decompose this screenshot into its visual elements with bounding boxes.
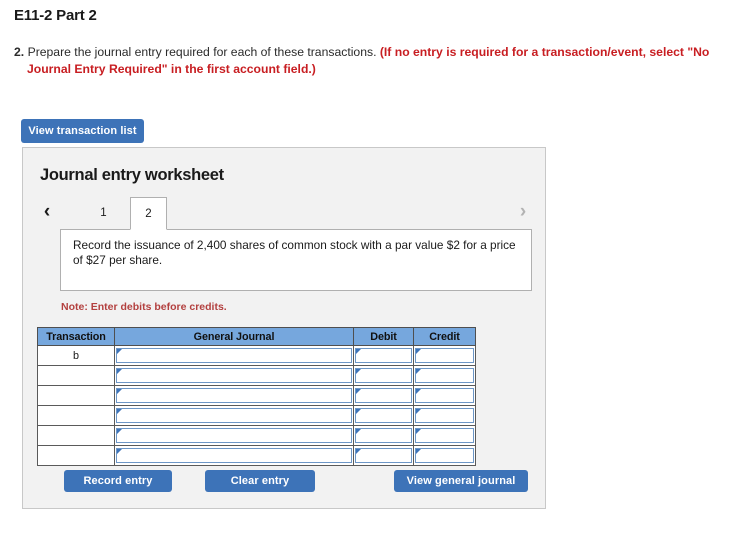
debit-input[interactable]	[355, 368, 412, 383]
credit-cell[interactable]	[413, 405, 476, 426]
transaction-label-cell	[37, 445, 115, 466]
column-header-debit: Debit	[353, 327, 414, 346]
view-transaction-list-button[interactable]: View transaction list	[21, 119, 144, 143]
general-journal-input[interactable]	[116, 368, 352, 383]
credit-cell[interactable]	[413, 365, 476, 386]
page-title: E11-2 Part 2	[14, 7, 97, 24]
instruction-red-text-line1: (If no entry is required for a transacti…	[379, 45, 710, 59]
transaction-label-cell: b	[37, 345, 115, 366]
debit-input[interactable]	[355, 408, 412, 423]
credit-input[interactable]	[415, 388, 474, 403]
general-journal-input[interactable]	[116, 348, 352, 363]
debit-input[interactable]	[355, 348, 412, 363]
transaction-description-box: Record the issuance of 2,400 shares of c…	[60, 229, 532, 291]
table-header-row: Transaction General Journal Debit Credit	[37, 327, 476, 346]
tab-2[interactable]: 2	[130, 197, 167, 230]
clear-entry-button[interactable]: Clear entry	[205, 470, 315, 492]
debit-input[interactable]	[355, 448, 412, 463]
journal-entry-table: Transaction General Journal Debit Credit…	[37, 327, 476, 466]
credit-input[interactable]	[415, 448, 474, 463]
transaction-label-cell	[37, 425, 115, 446]
credit-cell[interactable]	[413, 445, 476, 466]
debit-cell[interactable]	[353, 445, 414, 466]
chevron-right-icon[interactable]: ›	[513, 202, 533, 224]
debit-input[interactable]	[355, 388, 412, 403]
worksheet-tabs: ‹ 1 2 ›	[23, 196, 545, 230]
column-header-general-journal: General Journal	[114, 327, 354, 346]
credit-input[interactable]	[415, 408, 474, 423]
worksheet-title: Journal entry worksheet	[40, 166, 224, 184]
debit-cell[interactable]	[353, 405, 414, 426]
general-journal-input[interactable]	[116, 408, 352, 423]
record-entry-button[interactable]: Record entry	[64, 470, 172, 492]
transaction-description-text: Record the issuance of 2,400 shares of c…	[73, 238, 516, 267]
table-row	[37, 445, 476, 466]
general-journal-cell[interactable]	[114, 365, 354, 386]
table-row	[37, 385, 476, 406]
chevron-left-icon[interactable]: ‹	[37, 202, 57, 224]
general-journal-input[interactable]	[116, 428, 352, 443]
credit-input[interactable]	[415, 348, 474, 363]
credit-cell[interactable]	[413, 345, 476, 366]
table-row	[37, 425, 476, 446]
general-journal-cell[interactable]	[114, 385, 354, 406]
general-journal-cell[interactable]	[114, 405, 354, 426]
general-journal-cell[interactable]	[114, 425, 354, 446]
instruction-paragraph: 2. Prepare the journal entry required fo…	[14, 44, 728, 78]
journal-entry-worksheet-panel: Journal entry worksheet ‹ 1 2 › Record t…	[22, 147, 546, 509]
debits-before-credits-note: Note: Enter debits before credits.	[61, 301, 227, 313]
credit-cell[interactable]	[413, 385, 476, 406]
debit-input[interactable]	[355, 428, 412, 443]
credit-input[interactable]	[415, 428, 474, 443]
column-header-transaction: Transaction	[37, 327, 115, 346]
debit-cell[interactable]	[353, 425, 414, 446]
instruction-red-text-line2: Journal Entry Required" in the first acc…	[27, 62, 316, 76]
view-general-journal-button[interactable]: View general journal	[394, 470, 528, 492]
instruction-number: 2.	[14, 45, 25, 59]
general-journal-input[interactable]	[116, 388, 352, 403]
transaction-label-cell	[37, 405, 115, 426]
credit-cell[interactable]	[413, 425, 476, 446]
debit-cell[interactable]	[353, 345, 414, 366]
debit-cell[interactable]	[353, 385, 414, 406]
transaction-label-cell	[37, 385, 115, 406]
table-row: b	[37, 345, 476, 366]
instruction-black-text: Prepare the journal entry required for e…	[27, 45, 377, 59]
general-journal-cell[interactable]	[114, 345, 354, 366]
general-journal-cell[interactable]	[114, 445, 354, 466]
credit-input[interactable]	[415, 368, 474, 383]
transaction-label-cell	[37, 365, 115, 386]
debit-cell[interactable]	[353, 365, 414, 386]
tab-1[interactable]: 1	[85, 197, 122, 230]
table-row	[37, 365, 476, 386]
column-header-credit: Credit	[413, 327, 476, 346]
general-journal-input[interactable]	[116, 448, 352, 463]
table-row	[37, 405, 476, 426]
